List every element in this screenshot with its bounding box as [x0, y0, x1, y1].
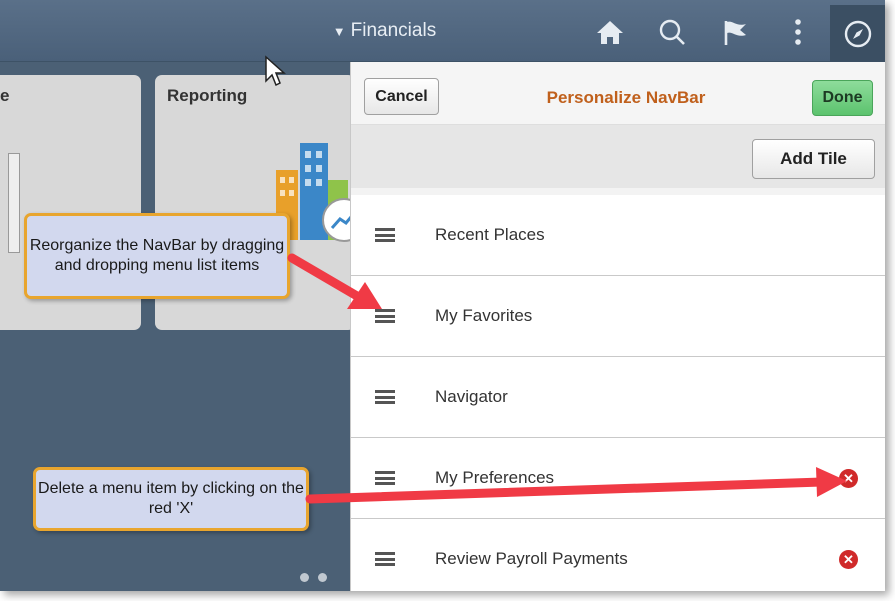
- compass-icon: [844, 20, 871, 47]
- list-item[interactable]: My Favorites: [351, 276, 885, 357]
- reorganize-callout: Reorganize the NavBar by dragging and dr…: [24, 213, 290, 299]
- personalize-navbar-panel: Cancel Personalize NavBar Done Add Tile …: [350, 62, 885, 591]
- tile-title: Reporting: [167, 86, 248, 105]
- delete-icon[interactable]: ✕: [839, 550, 858, 569]
- list-item-label: Recent Places: [435, 225, 545, 244]
- delete-callout: Delete a menu item by clicking on the re…: [33, 467, 309, 531]
- drag-handle-icon[interactable]: [375, 228, 395, 242]
- mouse-cursor-icon: [265, 55, 286, 87]
- list-item-label: Navigator: [435, 387, 508, 406]
- app-window: ▼ Financials e Reporting Cancel Personal…: [0, 0, 885, 591]
- navbar-menu-list: Recent Places My Favorites Navigator My …: [351, 195, 885, 591]
- drag-handle-icon[interactable]: [375, 552, 395, 566]
- list-item-label: My Preferences: [435, 468, 555, 487]
- home-icon[interactable]: [592, 14, 628, 50]
- list-item-label: Review Payroll Payments: [435, 549, 628, 568]
- list-item[interactable]: Recent Places: [351, 195, 885, 276]
- list-item[interactable]: Navigator: [351, 357, 885, 438]
- search-icon[interactable]: [654, 14, 690, 50]
- header-bar: ▼ Financials: [0, 0, 885, 62]
- panel-title: Personalize NavBar: [546, 88, 706, 107]
- navigator-button[interactable]: [830, 5, 885, 62]
- homepage-title: Financials: [350, 20, 437, 41]
- panel-toolbar: Add Tile: [351, 124, 885, 188]
- more-vertical-icon[interactable]: [780, 14, 816, 50]
- delete-icon[interactable]: ✕: [839, 469, 858, 488]
- list-item-label: My Favorites: [435, 306, 533, 325]
- panel-header: Cancel Personalize NavBar Done: [351, 62, 885, 124]
- drag-handle-icon[interactable]: [375, 390, 395, 404]
- drag-handle-icon[interactable]: [375, 309, 395, 323]
- add-tile-button[interactable]: Add Tile: [752, 139, 875, 179]
- drag-handle-icon[interactable]: [375, 471, 395, 485]
- flag-icon[interactable]: [717, 14, 753, 50]
- page-indicator[interactable]: [300, 573, 327, 582]
- list-item[interactable]: My Preferences ✕: [351, 438, 885, 519]
- tile-graphic: [8, 153, 20, 253]
- cancel-button[interactable]: Cancel: [364, 78, 439, 115]
- list-item[interactable]: Review Payroll Payments ✕: [351, 519, 885, 591]
- caret-down-icon: ▼: [332, 23, 346, 39]
- tile-title: e: [0, 86, 10, 105]
- done-button[interactable]: Done: [812, 80, 873, 116]
